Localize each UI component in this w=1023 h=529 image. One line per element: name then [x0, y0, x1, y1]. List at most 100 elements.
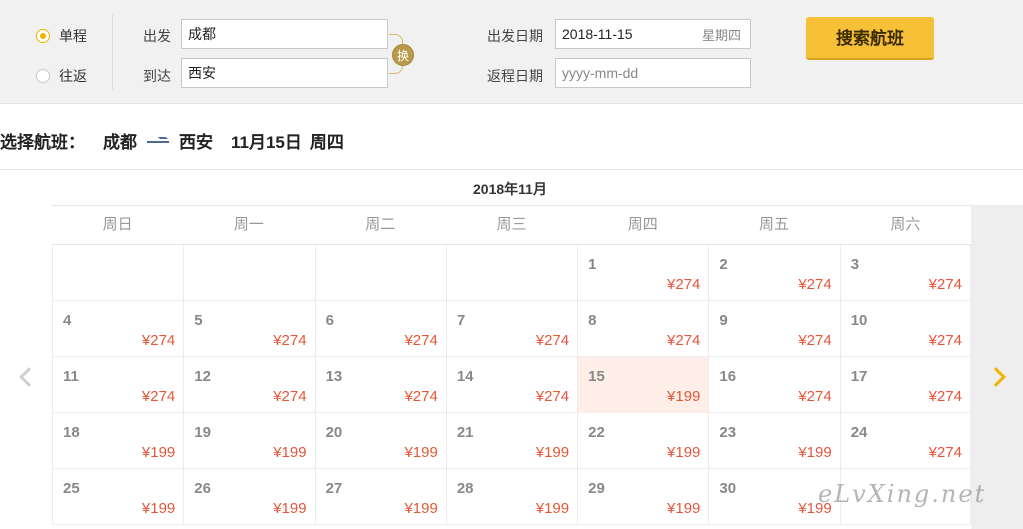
calendar-day-cell[interactable]: 25 ¥199 — [52, 469, 183, 525]
day-price: ¥199 — [404, 444, 438, 461]
calendar-day-cell[interactable]: 7 ¥274 — [445, 301, 577, 357]
day-price: ¥199 — [667, 444, 701, 461]
from-city-input[interactable] — [181, 19, 388, 49]
day-number: 2 — [719, 256, 728, 273]
calendar-day-cell[interactable]: 23 ¥199 — [708, 413, 839, 469]
day-price: ¥199 — [667, 500, 701, 517]
calendar-week-row: 11 ¥274 12 ¥274 13 ¥274 14 ¥274 15 ¥199 16 ¥274 17 ¥2… — [52, 357, 971, 413]
day-number: 21 — [456, 424, 474, 441]
day-price: ¥274 — [535, 388, 570, 405]
day-number: 20 — [325, 424, 343, 441]
title-weekday: 周四 — [309, 133, 344, 152]
weekday-mon: 周一 — [233, 216, 264, 233]
watermark: eLvXing.net — [818, 480, 987, 508]
day-price: ¥199 — [273, 444, 307, 461]
calendar-day-cell[interactable]: 21 ¥199 — [445, 413, 577, 469]
day-price: ¥274 — [928, 388, 962, 405]
depart-date-label: 出发日期 — [487, 28, 543, 44]
calendar-empty-cell — [445, 245, 577, 301]
calendar-day-cell[interactable]: 3 ¥274 — [839, 245, 971, 301]
search-flights-button[interactable]: 搜索航班 — [806, 17, 934, 60]
calendar-week-row: 1 ¥274 2 ¥274 3 ¥274 — [52, 245, 971, 301]
calendar-day-cell[interactable]: 28 ¥199 — [445, 469, 577, 525]
to-city-input[interactable] — [181, 58, 388, 88]
day-number: 23 — [719, 424, 737, 441]
day-number: 12 — [194, 368, 211, 385]
depart-weekday: 星期四 — [702, 28, 742, 43]
divider — [112, 14, 113, 90]
calendar-day-cell[interactable]: 1 ¥274 — [577, 245, 708, 301]
calendar-day-cell[interactable]: 15 ¥199 — [577, 357, 709, 413]
weekday-sun: 周日 — [102, 216, 133, 233]
day-number: 16 — [719, 368, 737, 385]
title-to-city: 西安 — [179, 133, 213, 152]
return-date-input[interactable] — [555, 58, 751, 88]
arrow-right-icon — [147, 140, 169, 143]
day-price: ¥199 — [273, 500, 307, 517]
day-number: 10 — [850, 312, 868, 329]
day-number: 30 — [719, 480, 737, 497]
day-price: ¥274 — [928, 276, 962, 293]
day-price: ¥274 — [928, 332, 962, 349]
day-price: ¥274 — [404, 332, 438, 349]
return-date-label: 返程日期 — [487, 68, 543, 84]
chevron-right-icon[interactable] — [986, 367, 1006, 387]
prev-month-area[interactable] — [0, 205, 52, 529]
weekday-wed: 周三 — [496, 216, 527, 233]
day-price: ¥199 — [404, 500, 438, 517]
calendar-day-cell[interactable]: 13 ¥274 — [314, 357, 446, 413]
one-way-label: 单程 — [59, 28, 87, 44]
day-number: 8 — [588, 312, 597, 329]
calendar-week-row: 18 ¥199 19 ¥199 20 ¥199 21 ¥199 22 ¥199 23 ¥199 24 ¥2… — [52, 413, 971, 469]
day-price: ¥274 — [667, 276, 701, 293]
weekday-tue: 周二 — [365, 216, 396, 233]
round-trip-option[interactable]: 往返 — [36, 66, 87, 86]
day-number: 15 — [588, 368, 605, 385]
calendar-day-cell[interactable]: 5 ¥274 — [183, 301, 314, 357]
weekday-sat: 周六 — [890, 216, 921, 233]
calendar-day-cell[interactable]: 11 ¥274 — [52, 357, 183, 413]
day-number: 6 — [325, 312, 334, 329]
day-price: ¥274 — [798, 276, 832, 293]
calendar-day-cell[interactable]: 22 ¥199 — [577, 413, 708, 469]
day-number: 28 — [456, 480, 474, 497]
calendar-week-row: 4 ¥274 5 ¥274 6 ¥274 7 ¥274 8 ¥274 9 ¥274 10 ¥274 — [52, 301, 971, 357]
calendar-day-cell[interactable]: 18 ¥199 — [52, 413, 183, 469]
from-label: 出发 — [143, 28, 171, 44]
calendar-day-cell[interactable]: 16 ¥274 — [708, 357, 839, 413]
calendar-day-cell[interactable]: 2 ¥274 — [708, 245, 839, 301]
calendar-day-cell[interactable]: 19 ¥199 — [183, 413, 314, 469]
calendar-day-cell[interactable]: 17 ¥274 — [839, 357, 971, 413]
calendar-day-cell[interactable]: 10 ¥274 — [839, 301, 971, 357]
day-number: 26 — [194, 480, 211, 497]
calendar-day-cell[interactable]: 24 ¥274 — [839, 413, 971, 469]
calendar-day-cell[interactable]: 8 ¥274 — [577, 301, 708, 357]
calendar-day-cell[interactable]: 20 ¥199 — [314, 413, 446, 469]
day-price: ¥274 — [141, 332, 176, 349]
calendar-empty-cell — [314, 245, 446, 301]
calendar-day-cell[interactable]: 6 ¥274 — [314, 301, 446, 357]
swap-cities-button[interactable]: 换 — [392, 44, 414, 66]
chevron-left-icon[interactable] — [19, 367, 39, 387]
day-number: 24 — [850, 424, 868, 441]
day-number: 14 — [456, 368, 474, 385]
round-trip-radio[interactable] — [36, 69, 50, 83]
title-from-city: 成都 — [103, 133, 137, 152]
one-way-option[interactable]: 单程 — [36, 26, 87, 46]
one-way-radio[interactable] — [36, 29, 50, 43]
day-number: 19 — [194, 424, 211, 441]
weekday-fri: 周五 — [759, 216, 790, 233]
calendar-weekday-header: 周日 周一 周二 周三 周四 周五 周六 — [52, 205, 971, 245]
calendar-day-cell[interactable]: 14 ¥274 — [445, 357, 577, 413]
calendar-day-cell[interactable]: 26 ¥199 — [183, 469, 314, 525]
calendar-empty-cell — [52, 245, 183, 301]
day-price: ¥274 — [273, 388, 307, 405]
calendar-day-cell[interactable]: 27 ¥199 — [314, 469, 446, 525]
day-number: 11 — [63, 368, 79, 385]
calendar-day-cell[interactable]: 12 ¥274 — [183, 357, 314, 413]
page-title: 选择航班： 成都 西安 11月15日 周四 — [0, 128, 344, 153]
round-trip-label: 往返 — [59, 68, 87, 84]
calendar-day-cell[interactable]: 4 ¥274 — [52, 301, 183, 357]
calendar-day-cell[interactable]: 9 ¥274 — [708, 301, 839, 357]
calendar-day-cell[interactable]: 29 ¥199 — [577, 469, 708, 525]
